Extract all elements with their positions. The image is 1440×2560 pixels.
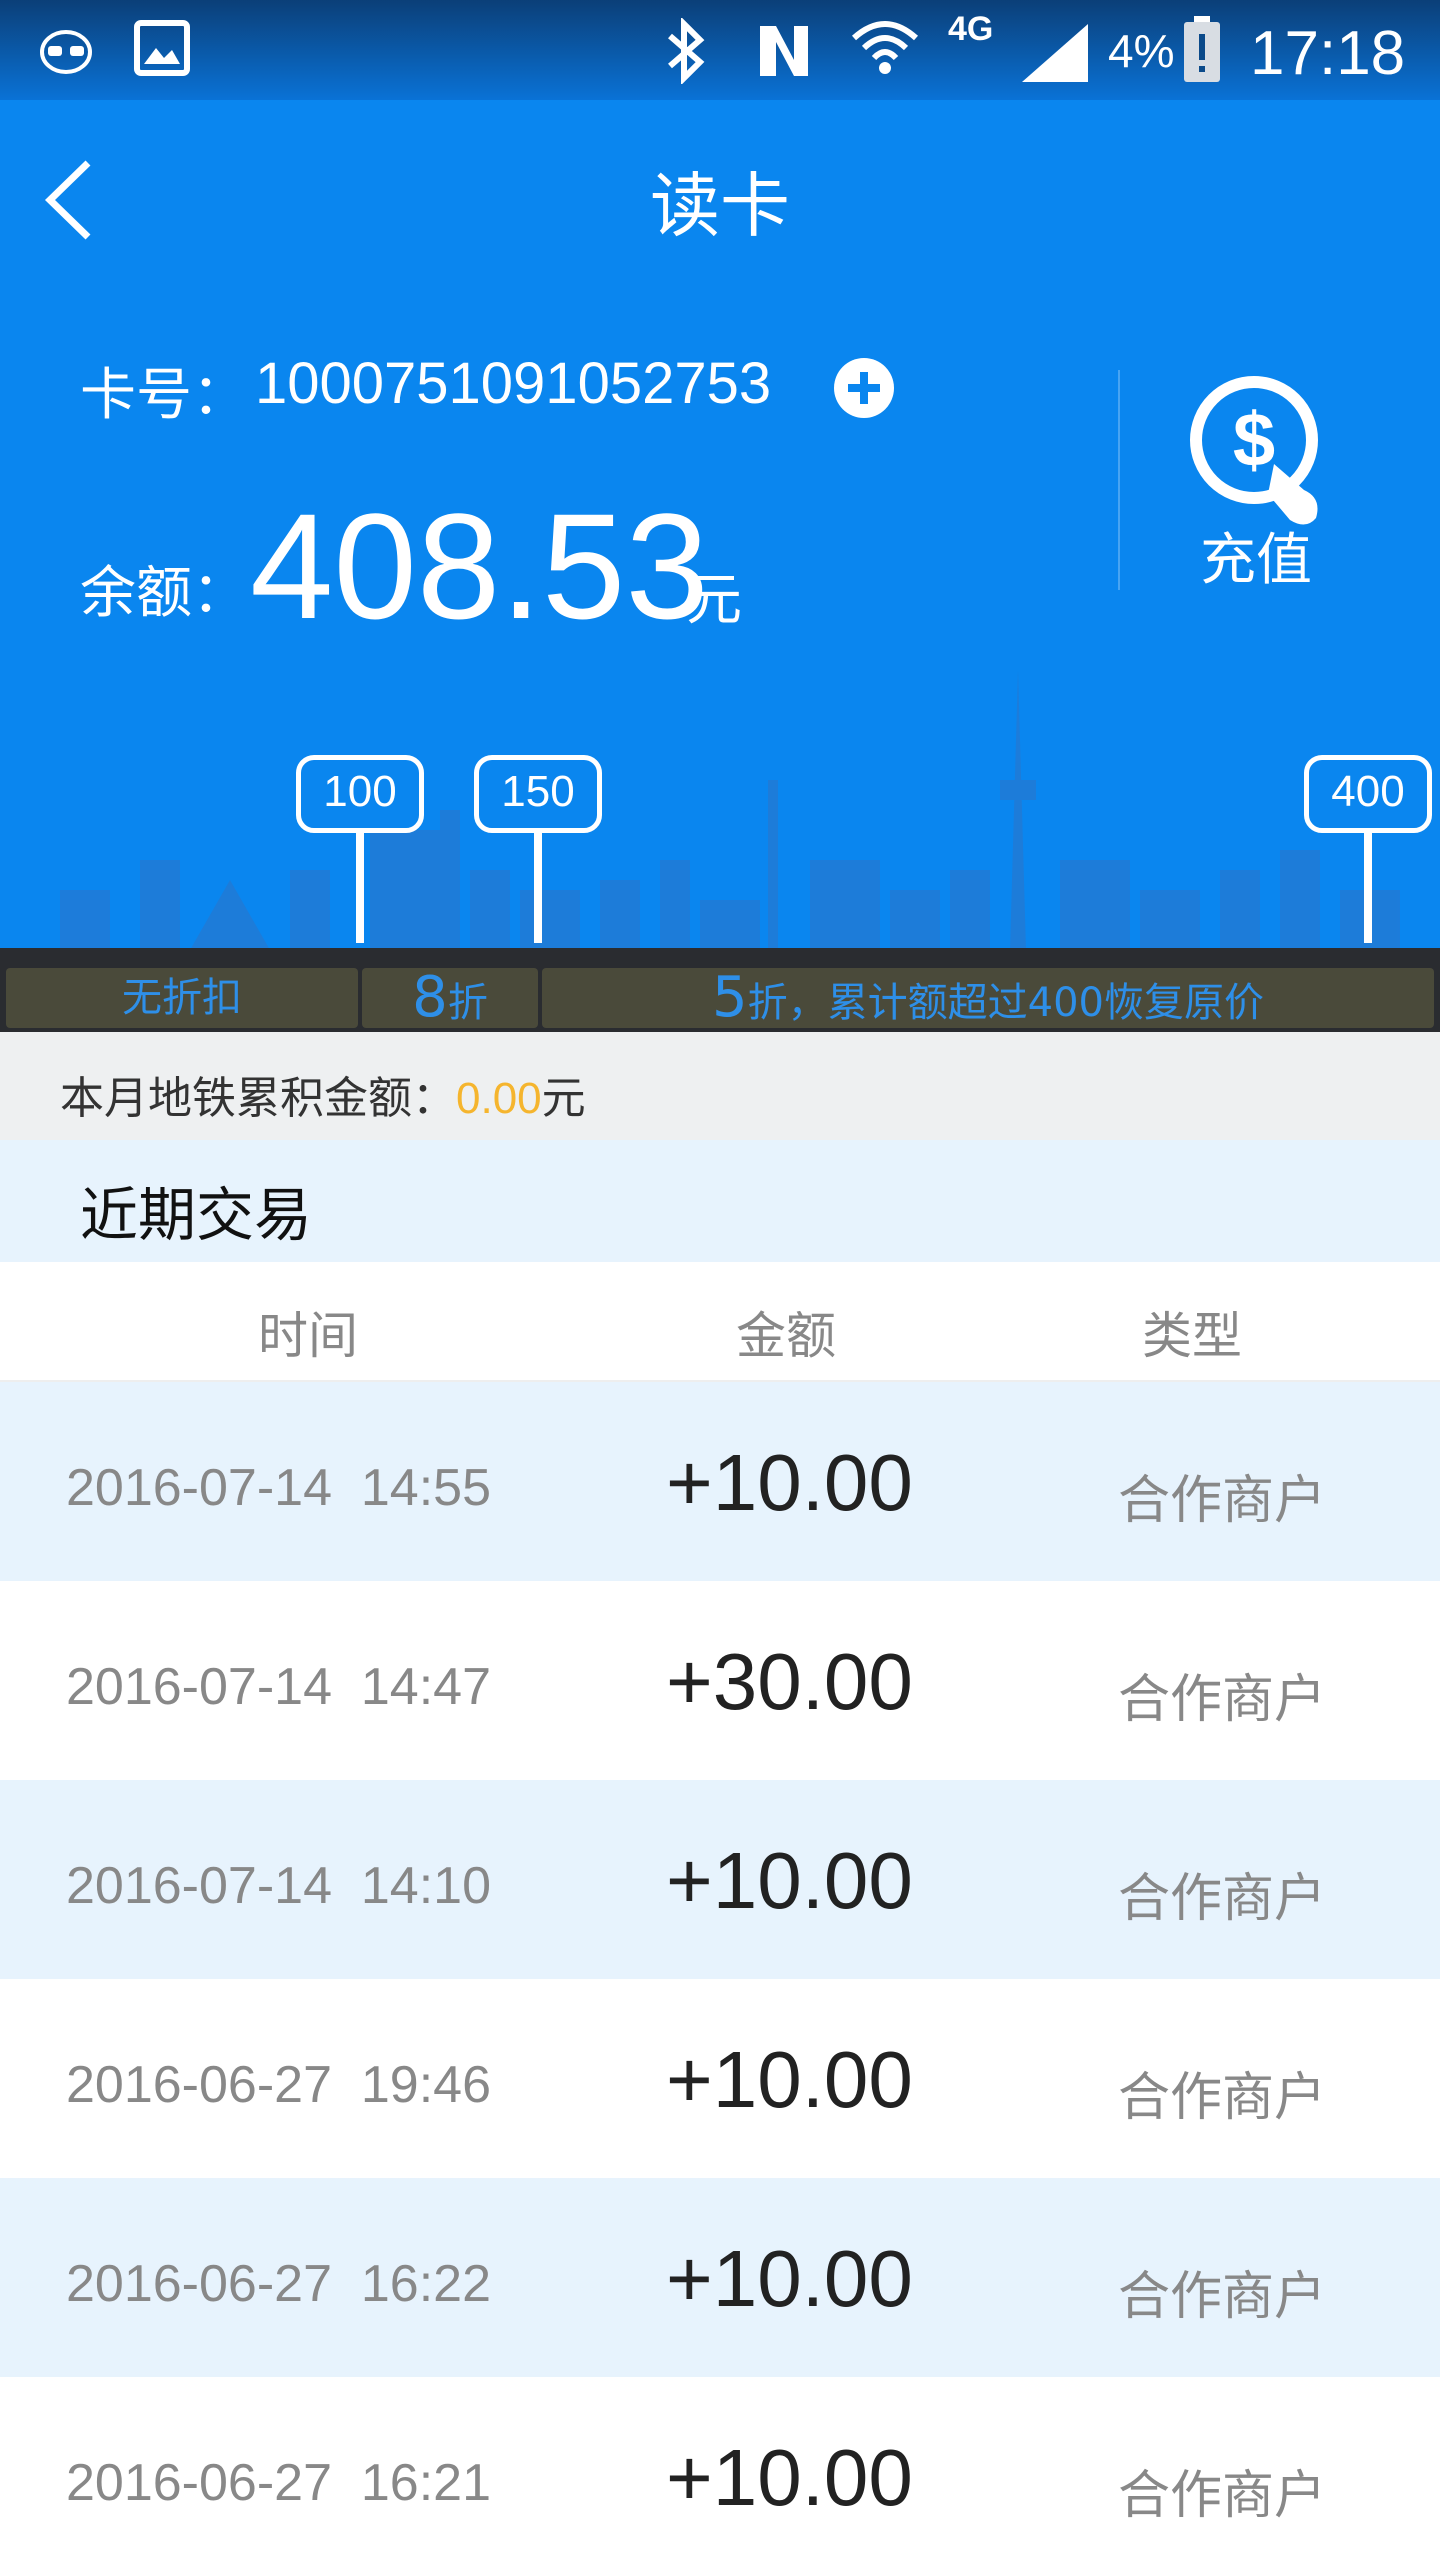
table-header: 时间 金额 类型	[0, 1262, 1440, 1382]
transaction-time: 2016-07-14 14:10	[66, 1857, 492, 1915]
transaction-type: 合作商户	[1118, 1471, 1327, 1531]
metro-accumulation: 本月地铁累积金额：0.00元	[60, 1062, 586, 1126]
column-header-time: 时间	[258, 1307, 358, 1365]
column-header-amount: 金额	[736, 1307, 836, 1365]
transaction-type: 合作商户	[1118, 1869, 1327, 1929]
discount-tier-number: 5	[712, 965, 748, 1030]
threshold-stick	[534, 833, 542, 943]
threshold-stick	[356, 833, 364, 943]
battery-low-icon	[1184, 16, 1220, 82]
svg-text:$: $	[1233, 398, 1275, 483]
battery-percent: 4%	[1108, 25, 1175, 77]
add-card-button[interactable]	[834, 358, 894, 418]
status-bar: 4G 4% 17:18	[0, 0, 1440, 100]
bluetooth-icon	[668, 18, 705, 84]
discount-tier-label: 无折扣	[122, 975, 242, 1021]
column-header-type: 类型	[1142, 1307, 1242, 1365]
section-title: 近期交易	[80, 1181, 313, 1249]
discount-tier-80: 8折	[362, 968, 538, 1028]
threshold-stick	[1364, 833, 1372, 943]
discount-tier-unit: 折	[447, 980, 488, 1026]
transaction-time: 2016-06-27 16:22	[66, 2255, 492, 2313]
transaction-type: 合作商户	[1118, 2466, 1327, 2526]
transaction-time: 2016-07-14 14:55	[66, 1459, 492, 1517]
transaction-amount: +30.00	[666, 1637, 913, 1726]
threshold-label: 400	[1304, 755, 1432, 833]
discount-tier-text: 折，累计额超过400恢复原价	[747, 980, 1264, 1026]
header-divider	[1118, 370, 1120, 590]
table-row[interactable]: 2016-06-27 19:46 +10.00 合作商户	[0, 1979, 1440, 2178]
recent-transactions-header: 近期交易	[0, 1140, 1440, 1262]
table-row[interactable]: 2016-06-27 16:22 +10.00 合作商户	[0, 2178, 1440, 2377]
transaction-amount: +10.00	[666, 2035, 913, 2124]
transaction-type: 合作商户	[1118, 1670, 1327, 1730]
transaction-time: 2016-06-27 19:46	[66, 2056, 492, 2114]
transaction-type: 合作商户	[1118, 2267, 1327, 2327]
glasses-icon	[40, 30, 92, 74]
table-row[interactable]: 2016-07-14 14:55 +10.00 合作商户	[0, 1382, 1440, 1581]
card-header: 读卡 卡号： 1000751091052753 余额： 408.53 元 $ 充…	[0, 100, 1440, 950]
city-skyline-decoration	[60, 670, 1400, 950]
transaction-amount: +10.00	[666, 2234, 913, 2323]
threshold-label: 100	[296, 755, 424, 833]
metro-unit: 元	[541, 1073, 586, 1124]
metro-label: 本月地铁累积金额：	[60, 1073, 456, 1124]
transaction-type: 合作商户	[1118, 2068, 1327, 2128]
card-number: 1000751091052753	[255, 351, 772, 416]
discount-tier-none: 无折扣	[6, 968, 358, 1028]
signal-icon	[1022, 24, 1088, 82]
card-number-label: 卡号：	[80, 363, 248, 428]
discount-tier-number: 8	[412, 965, 448, 1030]
transaction-amount: +10.00	[666, 2433, 913, 2522]
recharge-button-label[interactable]: 充值	[1200, 515, 1312, 596]
transaction-amount: +10.00	[666, 1438, 913, 1527]
threshold-label: 150	[474, 755, 602, 833]
clock: 17:18	[1250, 19, 1406, 88]
table-row[interactable]: 2016-06-27 16:21 +10.00 合作商户	[0, 2377, 1440, 2560]
metro-accumulation-row: 本月地铁累积金额：0.00元	[0, 1032, 1440, 1140]
balance-unit: 元	[686, 568, 742, 633]
transaction-time: 2016-06-27 16:21	[66, 2454, 492, 2512]
page-title: 读卡	[650, 165, 790, 247]
discount-tier-bar: 无折扣 8折 5折，累计额超过400恢复原价	[0, 948, 1440, 1032]
network-type: 4G	[948, 10, 994, 48]
wifi-icon	[851, 21, 919, 74]
transaction-time: 2016-07-14 14:47	[66, 1658, 492, 1716]
balance-label: 余额：	[80, 561, 248, 626]
image-notification-icon	[134, 20, 190, 76]
balance-value: 408.53	[250, 482, 709, 650]
transaction-amount: +10.00	[666, 1836, 913, 1925]
nfc-icon	[760, 26, 808, 76]
table-row[interactable]: 2016-07-14 14:47 +30.00 合作商户	[0, 1581, 1440, 1780]
discount-tier-50: 5折，累计额超过400恢复原价	[542, 968, 1434, 1028]
table-row[interactable]: 2016-07-14 14:10 +10.00 合作商户	[0, 1780, 1440, 1979]
metro-value: 0.00	[456, 1074, 542, 1123]
